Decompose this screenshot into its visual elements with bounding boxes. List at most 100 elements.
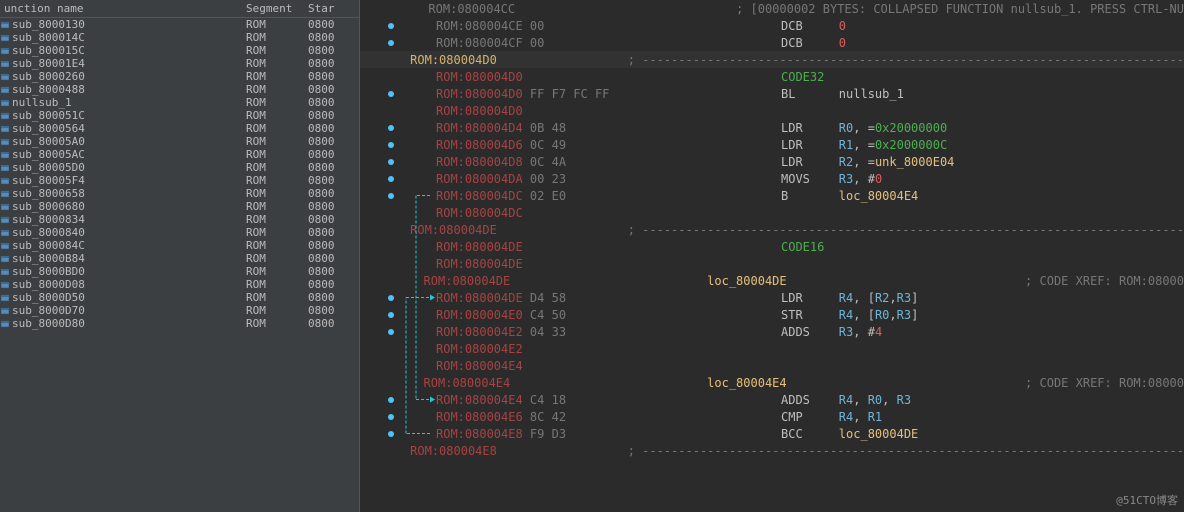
code-line[interactable]: ROM:080004D0 FF F7 FC FFBL nullsub_1: [360, 85, 1184, 102]
code-line[interactable]: ROM:080004CE 00DCB 0: [360, 17, 1184, 34]
breakpoint-dot-icon[interactable]: [388, 91, 394, 97]
address-bytes: ROM:080004E8: [410, 444, 628, 458]
function-row[interactable]: sub_80005A0ROM0800: [0, 135, 359, 148]
asm-text: CODE16: [781, 240, 1184, 254]
breakpoint-dot-icon[interactable]: [388, 142, 394, 148]
code-line[interactable]: ROM:080004D0: [360, 102, 1184, 119]
function-row[interactable]: sub_8000260ROM0800: [0, 70, 359, 83]
function-row[interactable]: sub_8000834ROM0800: [0, 213, 359, 226]
code-line[interactable]: ROM:080004E0 C4 50STR R4, [R0,R3]: [360, 306, 1184, 323]
header-name[interactable]: unction name: [0, 2, 246, 15]
function-row[interactable]: sub_8000D08ROM0800: [0, 278, 359, 291]
functions-list[interactable]: sub_8000130ROM0800sub_800014CROM0800sub_…: [0, 18, 359, 512]
code-line[interactable]: ROM:080004DE; --------------------------…: [360, 221, 1184, 238]
function-star: 0800: [308, 265, 358, 278]
gutter: [360, 40, 400, 46]
function-row[interactable]: sub_80001E4ROM0800: [0, 57, 359, 70]
function-name: nullsub_1: [12, 96, 246, 109]
address-bytes: ROM:080004D0 FF F7 FC FF: [436, 87, 781, 101]
function-row[interactable]: sub_8000D80ROM0800: [0, 317, 359, 330]
asm-text: BL nullsub_1: [781, 87, 1184, 101]
function-row[interactable]: sub_800084CROM0800: [0, 239, 359, 252]
breakpoint-dot-icon[interactable]: [388, 23, 394, 29]
function-star: 0800: [308, 174, 358, 187]
breakpoint-dot-icon[interactable]: [388, 312, 394, 318]
function-icon: [0, 72, 10, 82]
function-row[interactable]: sub_80005D0ROM0800: [0, 161, 359, 174]
asm-text: ; --------------------------------------…: [628, 223, 1184, 237]
function-icon: [0, 124, 10, 134]
function-row[interactable]: sub_800014CROM0800: [0, 31, 359, 44]
code-line[interactable]: ROM:080004E4 C4 18ADDS R4, R0, R3: [360, 391, 1184, 408]
code-line[interactable]: ROM:080004E4: [360, 357, 1184, 374]
function-star: 0800: [308, 278, 358, 291]
header-star[interactable]: Star: [308, 2, 358, 15]
function-row[interactable]: sub_800015CROM0800: [0, 44, 359, 57]
gutter: [360, 193, 400, 199]
breakpoint-dot-icon[interactable]: [388, 176, 394, 182]
function-row[interactable]: sub_800051CROM0800: [0, 109, 359, 122]
breakpoint-dot-icon[interactable]: [388, 414, 394, 420]
function-row[interactable]: sub_8000D50ROM0800: [0, 291, 359, 304]
function-icon: [0, 163, 10, 173]
code-line[interactable]: ROM:080004DC 02 E0B loc_80004E4: [360, 187, 1184, 204]
code-line[interactable]: ROM:080004DA 00 23MOVS R3, #0: [360, 170, 1184, 187]
code-line[interactable]: ROM:080004CF 00DCB 0: [360, 34, 1184, 51]
function-row[interactable]: nullsub_1ROM0800: [0, 96, 359, 109]
function-row[interactable]: sub_8000488ROM0800: [0, 83, 359, 96]
breakpoint-dot-icon[interactable]: [388, 40, 394, 46]
code-line[interactable]: ROM:080004D0; --------------------------…: [360, 51, 1184, 68]
breakpoint-dot-icon[interactable]: [388, 329, 394, 335]
disassembly-panel[interactable]: ROM:080004CC; [00000002 BYTES: COLLAPSED…: [360, 0, 1184, 512]
function-row[interactable]: sub_8000658ROM0800: [0, 187, 359, 200]
function-row[interactable]: sub_8000130ROM0800: [0, 18, 359, 31]
breakpoint-dot-icon[interactable]: [388, 193, 394, 199]
functions-header: unction name Segment Star: [0, 0, 359, 18]
asm-text: ADDS R4, R0, R3: [781, 393, 1184, 407]
breakpoint-dot-icon[interactable]: [388, 159, 394, 165]
code-line[interactable]: ROM:080004D8 0C 4ALDR R2, =unk_8000E04: [360, 153, 1184, 170]
code-line[interactable]: ROM:080004E4loc_80004E4 ; CODE XREF: ROM…: [360, 374, 1184, 391]
asm-text: STR R4, [R0,R3]: [781, 308, 1184, 322]
code-line[interactable]: ROM:080004E6 8C 42CMP R4, R1: [360, 408, 1184, 425]
function-row[interactable]: sub_80005F4ROM0800: [0, 174, 359, 187]
code-line[interactable]: ROM:080004DE: [360, 255, 1184, 272]
function-row[interactable]: sub_8000D70ROM0800: [0, 304, 359, 317]
code-line[interactable]: ROM:080004E8 F9 D3BCC loc_80004DE: [360, 425, 1184, 442]
function-row[interactable]: sub_8000680ROM0800: [0, 200, 359, 213]
code-line[interactable]: ROM:080004DECODE16: [360, 238, 1184, 255]
asm-text: DCB 0: [781, 36, 1184, 50]
function-row[interactable]: sub_8000840ROM0800: [0, 226, 359, 239]
address-bytes: ROM:080004D8 0C 4A: [436, 155, 781, 169]
code-area[interactable]: ROM:080004CC; [00000002 BYTES: COLLAPSED…: [360, 0, 1184, 459]
address-bytes: ROM:080004E8 F9 D3: [436, 427, 781, 441]
code-line[interactable]: ROM:080004E2: [360, 340, 1184, 357]
function-name: sub_8000658: [12, 187, 246, 200]
code-line[interactable]: ROM:080004E8; --------------------------…: [360, 442, 1184, 459]
code-line[interactable]: ROM:080004DEloc_80004DE ; CODE XREF: ROM…: [360, 272, 1184, 289]
function-row[interactable]: sub_8000564ROM0800: [0, 122, 359, 135]
code-line[interactable]: ROM:080004D6 0C 49LDR R1, =0x2000000C: [360, 136, 1184, 153]
function-star: 0800: [308, 122, 358, 135]
function-row[interactable]: sub_80005ACROM0800: [0, 148, 359, 161]
function-row[interactable]: sub_8000B84ROM0800: [0, 252, 359, 265]
address-bytes: ROM:080004E4: [424, 376, 708, 390]
header-segment[interactable]: Segment: [246, 2, 308, 15]
code-line[interactable]: ROM:080004DE D4 58LDR R4, [R2,R3]: [360, 289, 1184, 306]
breakpoint-dot-icon[interactable]: [388, 397, 394, 403]
address-bytes: ROM:080004D0: [436, 104, 781, 118]
code-line[interactable]: ROM:080004DC: [360, 204, 1184, 221]
breakpoint-dot-icon[interactable]: [388, 295, 394, 301]
function-segment: ROM: [246, 70, 308, 83]
breakpoint-dot-icon[interactable]: [388, 125, 394, 131]
function-star: 0800: [308, 44, 358, 57]
code-line[interactable]: ROM:080004D0CODE32: [360, 68, 1184, 85]
code-line[interactable]: ROM:080004E2 04 33ADDS R3, #4: [360, 323, 1184, 340]
code-line[interactable]: ROM:080004CC; [00000002 BYTES: COLLAPSED…: [360, 0, 1184, 17]
breakpoint-dot-icon[interactable]: [388, 431, 394, 437]
gutter: [360, 431, 400, 437]
address-bytes: ROM:080004E0 C4 50: [436, 308, 781, 322]
code-line[interactable]: ROM:080004D4 0B 48LDR R0, =0x20000000: [360, 119, 1184, 136]
function-row[interactable]: sub_8000BD0ROM0800: [0, 265, 359, 278]
function-name: sub_8000130: [12, 18, 246, 31]
